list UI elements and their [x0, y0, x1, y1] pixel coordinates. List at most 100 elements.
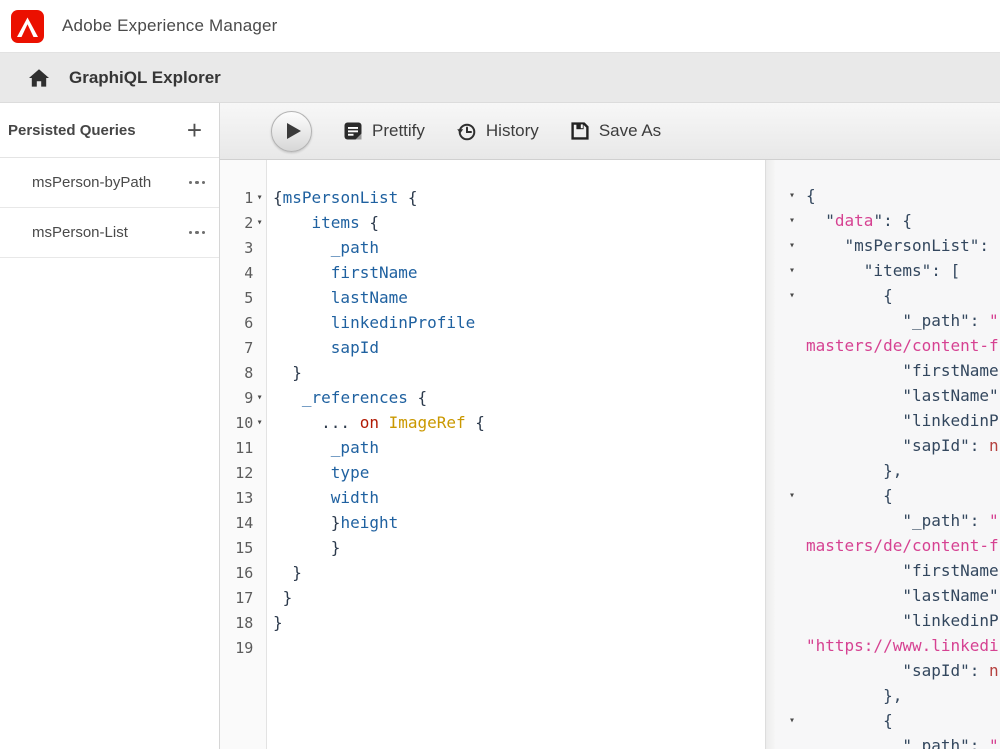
gutter-row: 8 [220, 360, 266, 385]
fold-arrow-icon[interactable]: ▾ [253, 192, 266, 203]
result-line: "linkedinProfile": [775, 408, 1000, 433]
gutter-row: 17 [220, 585, 266, 610]
result-line: }, [775, 458, 1000, 483]
gutter-row: 6 [220, 310, 266, 335]
history-label: History [486, 121, 539, 141]
result-text: "lastName": " [806, 383, 1000, 408]
fold-arrow-icon[interactable]: ▾ [775, 258, 806, 283]
line-number: 17 [220, 589, 253, 607]
result-line: ▾ "items": [ [775, 258, 1000, 283]
prettify-button[interactable]: Prettify [343, 121, 425, 141]
result-line: "firstName": " [775, 558, 1000, 583]
page-title: GraphiQL Explorer [69, 68, 221, 88]
add-query-button[interactable]: + [184, 120, 205, 140]
result-text: "https://www.linkedin [806, 633, 1000, 658]
fold-arrow-icon[interactable]: ▾ [775, 283, 806, 308]
line-number: 1 [220, 189, 253, 207]
fold-spacer [775, 333, 806, 358]
code-line [273, 635, 765, 660]
result-line: masters/de/content-fra [775, 333, 1000, 358]
gutter-row: 2▾ [220, 210, 266, 235]
history-button[interactable]: History [456, 121, 539, 142]
result-line: "firstName": " [775, 358, 1000, 383]
gutter-row: 10▾ [220, 410, 266, 435]
sidebar-item-msperson-bypath[interactable]: msPerson-byPath [0, 158, 219, 208]
fold-spacer [775, 633, 806, 658]
gutter-row: 18 [220, 610, 266, 635]
fold-arrow-icon[interactable]: ▾ [775, 708, 806, 733]
fold-spacer [775, 583, 806, 608]
fold-arrow-icon[interactable]: ▾ [253, 417, 266, 428]
save-as-button[interactable]: Save As [570, 121, 661, 141]
result-text: "data": { [806, 208, 912, 233]
pane-splitter[interactable] [765, 160, 775, 749]
code-line: } [273, 535, 765, 560]
graphiql-explorer-app: Adobe Experience Manager GraphiQL Explor… [0, 0, 1000, 750]
home-icon[interactable] [28, 68, 50, 88]
result-text: "_path": " [806, 308, 999, 333]
result-text: { [806, 483, 893, 508]
gutter-row: 19 [220, 635, 266, 660]
line-number: 10 [220, 414, 253, 432]
result-line: ▾ { [775, 708, 1000, 733]
fold-arrow-icon[interactable]: ▾ [253, 392, 266, 403]
result-line: ▾ { [775, 283, 1000, 308]
result-text: "items": [ [806, 258, 960, 283]
save-as-icon [570, 121, 590, 141]
line-number: 12 [220, 464, 253, 482]
code-line: items { [273, 210, 765, 235]
code-line: } [273, 560, 765, 585]
result-line: "lastName": " [775, 383, 1000, 408]
result-line: "lastName": " [775, 583, 1000, 608]
ellipsis-icon[interactable] [187, 175, 208, 191]
fold-spacer [775, 508, 806, 533]
app-title: Adobe Experience Manager [62, 16, 278, 36]
history-icon [456, 121, 477, 142]
result-line: "_path": " [775, 308, 1000, 333]
fold-arrow-icon[interactable]: ▾ [775, 483, 806, 508]
sidebar-item-msperson-list[interactable]: msPerson-List [0, 208, 219, 258]
play-icon [287, 123, 301, 139]
line-number: 9 [220, 389, 253, 407]
fold-arrow-icon[interactable]: ▾ [775, 208, 806, 233]
code-line: firstName [273, 260, 765, 285]
fold-arrow-icon[interactable]: ▾ [253, 217, 266, 228]
result-line: "sapId": null, [775, 658, 1000, 683]
code-line: } [273, 610, 765, 635]
gutter-row: 16 [220, 560, 266, 585]
result-text: "linkedinProfile": [806, 408, 1000, 433]
result-text: "sapId": null, [806, 658, 1000, 683]
fold-spacer [775, 383, 806, 408]
nav-bar: GraphiQL Explorer [0, 53, 1000, 103]
fold-arrow-icon[interactable]: ▾ [775, 183, 806, 208]
code-line: type [273, 460, 765, 485]
gutter-row: 3 [220, 235, 266, 260]
query-toolbar: Prettify History [220, 103, 1000, 160]
execute-query-button[interactable] [271, 111, 312, 152]
result-text: { [806, 283, 893, 308]
code-line: } [273, 360, 765, 385]
fold-arrow-icon[interactable]: ▾ [775, 233, 806, 258]
query-editor[interactable]: {msPersonList { items { _path firstName … [267, 160, 765, 749]
adobe-logo-icon [11, 10, 44, 43]
gutter-row: 12 [220, 460, 266, 485]
line-number: 3 [220, 239, 253, 257]
fold-spacer [775, 658, 806, 683]
gutter-row: 13 [220, 485, 266, 510]
code-line: linkedinProfile [273, 310, 765, 335]
result-line: ▾ { [775, 483, 1000, 508]
result-line: "linkedinProfile": [775, 608, 1000, 633]
result-text: { [806, 708, 893, 733]
line-number: 13 [220, 489, 253, 507]
fold-spacer [775, 433, 806, 458]
result-line: }, [775, 683, 1000, 708]
line-number: 14 [220, 514, 253, 532]
code-line: width [273, 485, 765, 510]
line-number: 7 [220, 339, 253, 357]
line-number: 18 [220, 614, 253, 632]
ellipsis-icon[interactable] [187, 225, 208, 241]
line-number: 2 [220, 214, 253, 232]
line-number: 5 [220, 289, 253, 307]
fold-spacer [775, 683, 806, 708]
main-area: Prettify History [220, 103, 1000, 749]
